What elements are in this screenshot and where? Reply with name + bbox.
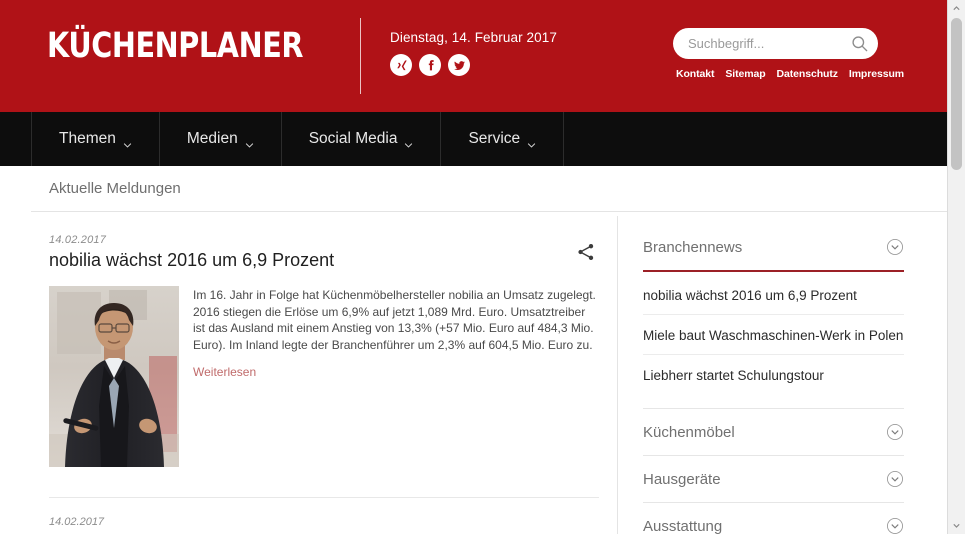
sidebar: Branchennews nobilia wächst 2016 um 6,9 … — [618, 212, 928, 534]
xing-icon[interactable] — [390, 54, 412, 76]
twitter-icon[interactable] — [448, 54, 470, 76]
chevron-down-icon — [123, 137, 132, 148]
nav-item-medien[interactable]: Medien — [158, 112, 281, 166]
share-icon[interactable] — [575, 242, 597, 264]
nav-item-service[interactable]: Service — [440, 112, 565, 166]
utility-links: Kontakt Sitemap Datenschutz Impressum — [673, 68, 904, 80]
breadcrumb: Aktuelle Meldungen — [0, 166, 947, 211]
chevron-down-icon — [245, 137, 254, 148]
scroll-down-arrow-icon[interactable] — [948, 517, 965, 534]
scroll-up-arrow-icon[interactable] — [948, 0, 965, 17]
scrollbar-thumb[interactable] — [951, 18, 962, 170]
article-item: 14.02.2017 nobilia wächst 2016 um 6,9 Pr… — [49, 212, 599, 528]
sidebar-section-branchennews: Branchennews nobilia wächst 2016 um 6,9 … — [643, 224, 928, 408]
vertical-scrollbar[interactable] — [947, 0, 965, 534]
next-article-date: 14.02.2017 — [49, 516, 105, 528]
nav-item-themen[interactable]: Themen — [31, 112, 159, 166]
main-navigation: Themen Medien Social Media Service — [0, 112, 947, 166]
utility-link-datenschutz[interactable]: Datenschutz — [777, 68, 838, 80]
browser-viewport: KÜCHENPLANER Dienstag, 14. Februar 2017 — [0, 0, 965, 534]
list-item[interactable]: Liebherr startet Schulungstour — [643, 366, 904, 394]
sidebar-section-header[interactable]: Branchennews — [643, 224, 928, 270]
chevron-down-circle-icon[interactable] — [886, 238, 904, 256]
article-body: Im 16. Jahr in Folge hat Küchenmöbelhers… — [49, 286, 599, 467]
header-search-block: Kontakt Sitemap Datenschutz Impressum — [673, 28, 904, 80]
sidebar-section-title: Küchenmöbel — [643, 423, 735, 441]
chevron-down-icon — [527, 137, 536, 148]
chevron-down-icon — [404, 137, 413, 148]
article-title[interactable]: nobilia wächst 2016 um 6,9 Prozent — [49, 249, 599, 272]
nav-label: Medien — [186, 130, 238, 147]
sidebar-section-title: Hausgeräte — [643, 470, 721, 488]
sidebar-section-header[interactable]: Küchenmöbel — [643, 409, 928, 455]
utility-link-sitemap[interactable]: Sitemap — [725, 68, 765, 80]
sidebar-news-list: nobilia wächst 2016 um 6,9 Prozent Miele… — [643, 272, 928, 408]
search-box[interactable] — [673, 28, 878, 59]
content-area: 14.02.2017 nobilia wächst 2016 um 6,9 Pr… — [0, 212, 947, 534]
chevron-down-circle-icon[interactable] — [886, 423, 904, 441]
facebook-icon[interactable] — [419, 54, 441, 76]
sidebar-section-ausstattung: Ausstattung — [643, 502, 928, 534]
sidebar-section-header[interactable]: Hausgeräte — [643, 456, 928, 502]
current-date: Dienstag, 14. Februar 2017 — [390, 30, 557, 45]
sidebar-section-title: Ausstattung — [643, 517, 723, 534]
search-icon[interactable] — [850, 34, 869, 53]
nav-label: Social Media — [308, 130, 398, 147]
site-header: KÜCHENPLANER Dienstag, 14. Februar 2017 — [0, 0, 947, 112]
article-text: Im 16. Jahr in Folge hat Küchenmöbelhers… — [193, 286, 599, 467]
search-input[interactable] — [673, 28, 878, 59]
utility-link-kontakt[interactable]: Kontakt — [676, 68, 714, 80]
sidebar-section-hausgeraete: Hausgeräte — [643, 455, 928, 502]
sidebar-section-title: Branchennews — [643, 238, 743, 256]
sidebar-section-kuechenmoebel: Küchenmöbel — [643, 408, 928, 455]
article-list: 14.02.2017 nobilia wächst 2016 um 6,9 Pr… — [31, 212, 617, 534]
breadcrumb-label: Aktuelle Meldungen — [49, 180, 181, 197]
article-excerpt: Im 16. Jahr in Folge hat Küchenmöbelhers… — [193, 288, 596, 352]
article-photo[interactable] — [49, 286, 179, 467]
article-separator — [49, 497, 599, 498]
site-logo[interactable]: KÜCHENPLANER — [47, 26, 304, 66]
social-links — [390, 54, 557, 76]
read-more-link[interactable]: Weiterlesen — [193, 365, 256, 379]
nav-label: Service — [468, 130, 521, 147]
list-item[interactable]: Miele baut Waschmaschinen-Werk in Polen — [643, 326, 904, 355]
nav-label: Themen — [59, 130, 116, 147]
nav-item-social-media[interactable]: Social Media — [280, 112, 441, 166]
chevron-down-circle-icon[interactable] — [886, 470, 904, 488]
list-item[interactable]: nobilia wächst 2016 um 6,9 Prozent — [643, 286, 904, 315]
sidebar-section-header[interactable]: Ausstattung — [643, 503, 928, 534]
chevron-down-circle-icon[interactable] — [886, 517, 904, 534]
header-divider — [360, 18, 361, 94]
article-date: 14.02.2017 — [49, 234, 107, 246]
header-date-social: Dienstag, 14. Februar 2017 — [390, 30, 557, 76]
page-content: KÜCHENPLANER Dienstag, 14. Februar 2017 — [0, 0, 947, 534]
utility-link-impressum[interactable]: Impressum — [849, 68, 904, 80]
